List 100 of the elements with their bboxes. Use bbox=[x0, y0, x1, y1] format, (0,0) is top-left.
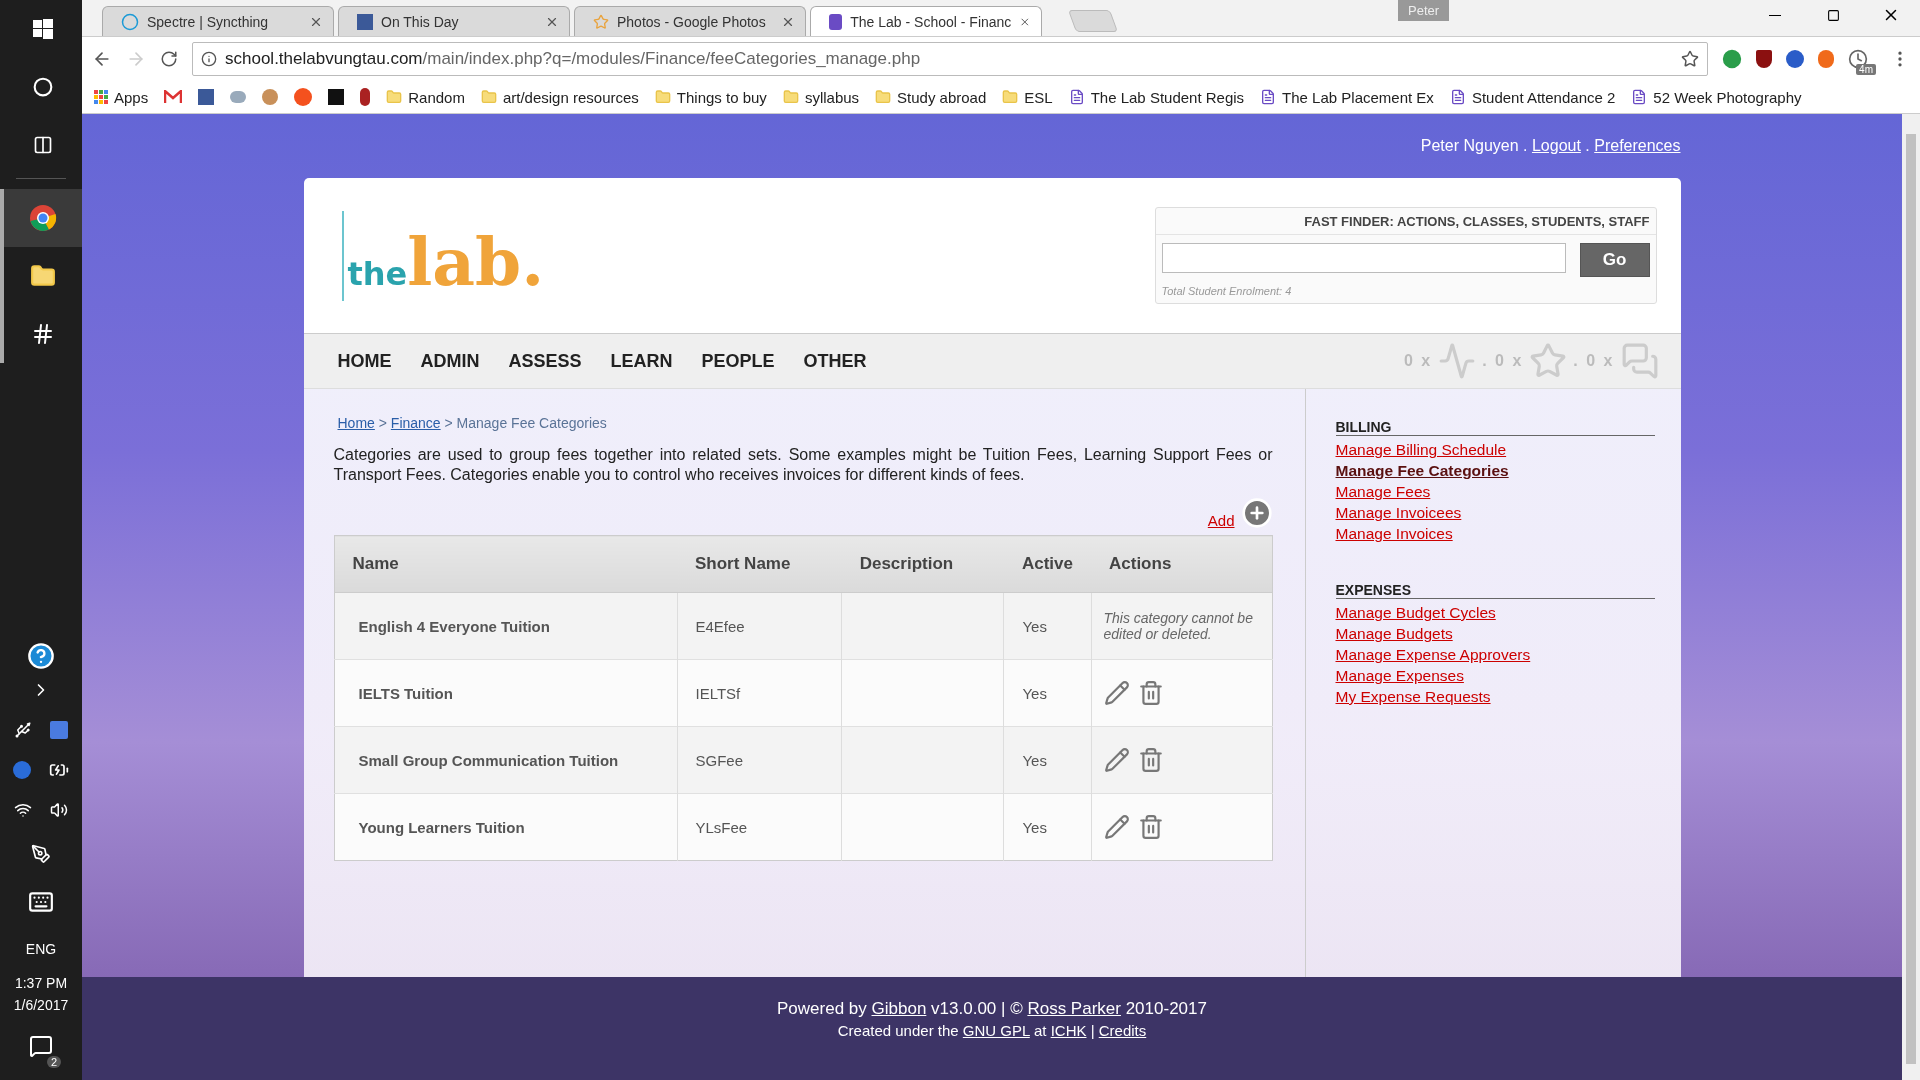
search-field[interactable] bbox=[1161, 243, 1566, 273]
folder-app-icon[interactable] bbox=[30, 263, 56, 289]
bookmark[interactable]: Random bbox=[386, 88, 465, 106]
bookmark[interactable]: art/design resources bbox=[480, 88, 639, 106]
notification-count: 2 bbox=[46, 1056, 61, 1068]
usb-icon[interactable] bbox=[14, 721, 32, 739]
footer-link[interactable]: Gibbon bbox=[871, 999, 927, 1018]
language-indicator[interactable]: ENG bbox=[25, 926, 57, 972]
browser-tab[interactable]: On This Day bbox=[338, 6, 570, 36]
sidebar-link[interactable]: Manage Invoices bbox=[1335, 523, 1453, 544]
bookmark[interactable]: ESL bbox=[1002, 88, 1053, 106]
table-cell: Yes bbox=[1003, 592, 1091, 660]
nav-menu-item[interactable]: HOME bbox=[337, 350, 392, 372]
task-view-icon[interactable] bbox=[33, 135, 53, 155]
breadcrumb: Home > Finance > Manage Fee Categories bbox=[337, 415, 608, 431]
search-icon[interactable] bbox=[33, 77, 53, 97]
hash-app-icon[interactable] bbox=[31, 322, 55, 346]
help-icon[interactable] bbox=[27, 642, 55, 670]
table-cell: Yes bbox=[1003, 659, 1091, 727]
edit-icon[interactable] bbox=[1103, 747, 1130, 773]
delete-icon[interactable] bbox=[1137, 747, 1164, 773]
edit-icon[interactable] bbox=[1103, 680, 1130, 706]
scrollbar[interactable] bbox=[1902, 114, 1920, 1080]
sidebar-link[interactable]: Manage Expense Approvers bbox=[1335, 644, 1531, 665]
user-link[interactable]: Logout bbox=[1531, 137, 1581, 155]
bookmark[interactable]: The Lab Placement Ex bbox=[1260, 88, 1434, 106]
table-cell: IELTSf bbox=[677, 659, 842, 727]
sidebar-section-title: EXPENSES bbox=[1335, 582, 1655, 599]
column-header: Short Name bbox=[677, 535, 842, 593]
bookmark[interactable]: Apps bbox=[94, 88, 149, 106]
clock-time[interactable]: 1:37 PM bbox=[14, 972, 68, 994]
bookmark[interactable]: Study abroad bbox=[875, 88, 987, 106]
add-icon[interactable] bbox=[1240, 497, 1273, 529]
notifications-icon[interactable] bbox=[29, 1034, 53, 1058]
folder-icon bbox=[654, 89, 671, 105]
wifi-icon[interactable] bbox=[14, 801, 32, 819]
footer-link[interactable]: Ross Parker bbox=[1027, 999, 1121, 1018]
folder-icon bbox=[480, 89, 497, 105]
apps-grid-icon bbox=[94, 90, 108, 104]
reload-icon[interactable] bbox=[160, 50, 178, 68]
clock-date[interactable]: 1/6/2017 bbox=[13, 994, 69, 1016]
page-icon bbox=[1260, 89, 1277, 105]
nav-menu-item[interactable]: LEARN bbox=[610, 350, 673, 372]
sidebar-link[interactable]: Manage Billing Schedule bbox=[1335, 439, 1507, 460]
sidebar-link[interactable]: Manage Budget Cycles bbox=[1335, 602, 1496, 623]
bookmark[interactable]: 52 Week Photography bbox=[1631, 88, 1802, 106]
extension-icon[interactable] bbox=[1722, 49, 1742, 69]
table-cell: English 4 Everyone Tuition bbox=[334, 592, 677, 660]
user-link[interactable]: Preferences bbox=[1594, 137, 1681, 155]
sidebar-link[interactable]: Manage Budgets bbox=[1335, 623, 1453, 644]
volume-icon[interactable] bbox=[50, 801, 68, 819]
folder-icon bbox=[782, 89, 799, 105]
bookmark-star-icon[interactable] bbox=[1681, 50, 1699, 68]
nav-menu-item[interactable]: PEOPLE bbox=[701, 350, 775, 372]
sidebar-link[interactable]: Manage Fees bbox=[1335, 481, 1431, 502]
footer-link[interactable]: Credits bbox=[1098, 1022, 1147, 1039]
breadcrumb-link[interactable]: Home bbox=[337, 415, 375, 431]
fast-finder-title: FAST FINDER: ACTIONS, CLASSES, STUDENTS, STAFF bbox=[1155, 208, 1656, 235]
pen-icon[interactable] bbox=[31, 844, 51, 864]
square-logo-icon bbox=[829, 13, 843, 30]
shield-icon[interactable] bbox=[1756, 50, 1772, 68]
sidebar-link[interactable]: Manage Fee Categories bbox=[1335, 460, 1509, 481]
footer-link[interactable]: GNU GPL bbox=[962, 1022, 1030, 1039]
nav-menu-item[interactable]: ADMIN bbox=[420, 350, 480, 372]
table-cell: Yes bbox=[1003, 793, 1091, 861]
footer-link[interactable]: ICHK bbox=[1050, 1022, 1087, 1039]
info-icon[interactable] bbox=[201, 51, 217, 67]
mail-icon[interactable] bbox=[164, 90, 183, 104]
bookmark[interactable]: syllabus bbox=[782, 88, 860, 106]
browser-tab[interactable]: Photos - Google Photos bbox=[574, 6, 806, 36]
star-icon[interactable] bbox=[1529, 342, 1568, 380]
nav-menu-item[interactable]: OTHER bbox=[803, 350, 867, 372]
delete-icon[interactable] bbox=[1137, 680, 1164, 706]
sidebar-link[interactable]: Manage Invoicees bbox=[1335, 502, 1462, 523]
nav-menu-item[interactable]: ASSESS bbox=[508, 350, 582, 372]
add-link[interactable]: Add bbox=[1207, 512, 1235, 529]
table-cell: E4Efee bbox=[677, 592, 842, 660]
dark-square-icon[interactable] bbox=[328, 89, 345, 105]
delete-icon[interactable] bbox=[1137, 814, 1164, 840]
browser-tab[interactable]: The Lab - School - Financ bbox=[810, 6, 1042, 36]
page-icon bbox=[1631, 89, 1648, 105]
sidebar-link[interactable]: Manage Expenses bbox=[1335, 665, 1464, 686]
keyboard-icon[interactable] bbox=[28, 889, 54, 915]
bookmark[interactable]: Things to buy bbox=[654, 88, 767, 106]
edit-icon[interactable] bbox=[1103, 814, 1130, 840]
locked-note: This category cannot be edited or deleted. bbox=[1103, 610, 1254, 642]
table-cell: Young Learners Tuition bbox=[334, 793, 677, 861]
windows-logo-icon[interactable] bbox=[33, 19, 53, 39]
bookmark[interactable]: Student Attendance 2 bbox=[1449, 88, 1616, 106]
table-cell: SGFee bbox=[677, 726, 842, 794]
sidebar-link[interactable]: My Expense Requests bbox=[1335, 686, 1491, 707]
table-cell: IELTS Tuition bbox=[334, 659, 677, 727]
bookmark[interactable]: The Lab Student Regis bbox=[1068, 88, 1245, 106]
browser-tab[interactable]: Spectre | Syncthing bbox=[102, 6, 334, 36]
address-bar[interactable]: school.thelabvungtau.com/main/index.php?q=/modules/Finance/feeCategories_manage.php bbox=[192, 42, 1708, 76]
go-button[interactable]: Go bbox=[1579, 243, 1650, 277]
minimize-icon bbox=[1769, 14, 1781, 16]
footer-text: Powered by Gibbon v13.0.00 | © Ross Parker 2010-2017 bbox=[777, 999, 1207, 1019]
browser-app-icon[interactable] bbox=[29, 204, 57, 232]
breadcrumb-link[interactable]: Finance bbox=[390, 415, 441, 431]
